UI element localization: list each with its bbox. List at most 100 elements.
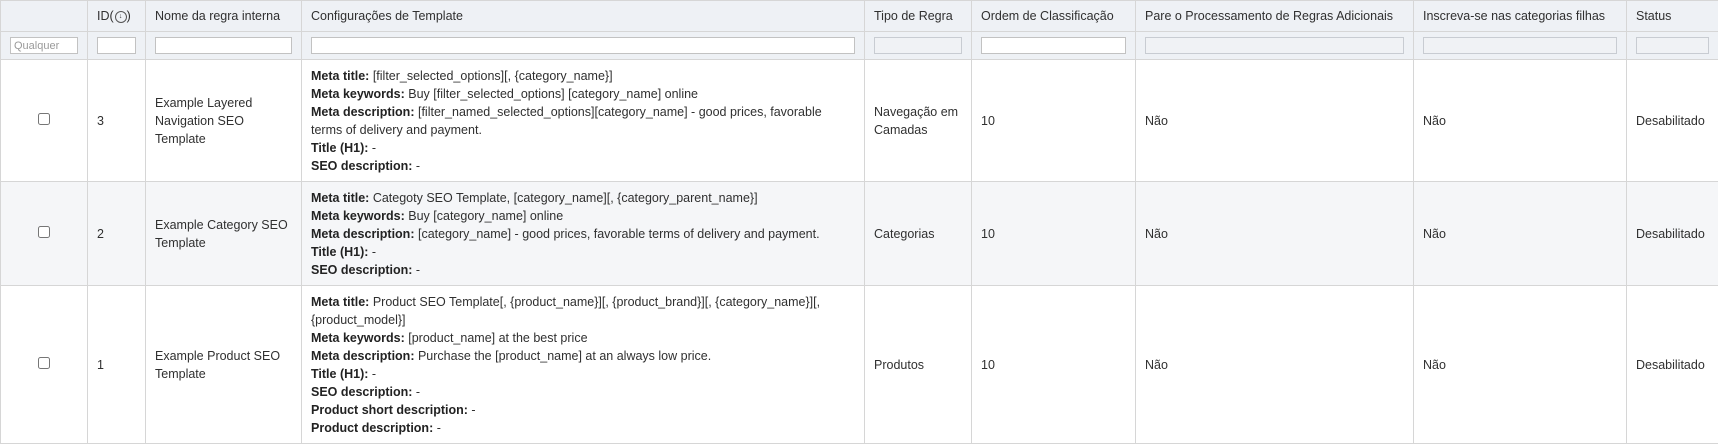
config-label: Meta title:: [311, 190, 370, 205]
row-checkbox[interactable]: [38, 112, 50, 125]
row-subscribe: Não: [1413, 59, 1627, 182]
config-value: -: [412, 384, 421, 399]
row-type: Categorias: [864, 181, 972, 286]
row-subscribe: Não: [1413, 285, 1627, 444]
row-checkbox[interactable]: [38, 356, 50, 369]
column-header-type[interactable]: Tipo de Regra: [864, 0, 972, 32]
config-label: Title (H1):: [311, 140, 369, 155]
header-row: ID(↓) Nome da regra interna Configuraçõe…: [0, 0, 1718, 32]
row-config: Meta title: Product SEO Template[, {prod…: [301, 285, 865, 444]
column-header-subscribe[interactable]: Inscreva-se nas categorias filhas: [1413, 0, 1627, 32]
config-label: SEO description:: [311, 158, 413, 173]
column-header-order[interactable]: Ordem de Classificação: [971, 0, 1136, 32]
config-filter-input[interactable]: [311, 37, 855, 54]
row-id: 1: [87, 285, 146, 444]
config-label: Meta keywords:: [311, 86, 405, 101]
row-status: Desabilitado: [1626, 181, 1718, 286]
row-stop: Não: [1135, 285, 1414, 444]
config-value: -: [433, 420, 441, 435]
config-value: Categoty SEO Template, [category_name][,…: [369, 190, 758, 205]
config-value: -: [368, 140, 377, 155]
config-line: Product description: -: [311, 419, 855, 437]
sort-descending-icon[interactable]: (↓): [110, 9, 131, 23]
row-stop: Não: [1135, 181, 1414, 286]
config-value: Buy [category_name] online: [404, 208, 564, 223]
table-row[interactable]: 3 Example Layered Navigation SEO Templat…: [0, 59, 1718, 182]
config-line: Meta keywords: Buy [filter_selected_opti…: [311, 85, 855, 103]
config-value: -: [412, 158, 421, 173]
row-name: Example Layered Navigation SEO Template: [145, 59, 302, 182]
config-label: Meta description:: [311, 226, 415, 241]
row-subscribe: Não: [1413, 181, 1627, 286]
config-line: Meta description: Purchase the [product_…: [311, 347, 855, 365]
config-label: Title (H1):: [311, 366, 369, 381]
config-label: Title (H1):: [311, 244, 369, 259]
config-label: SEO description:: [311, 262, 413, 277]
config-line: Product short description: -: [311, 401, 855, 419]
config-label: Meta keywords:: [311, 208, 405, 223]
config-label: Product short description:: [311, 402, 468, 417]
config-label: Meta title:: [311, 294, 370, 309]
row-status: Desabilitado: [1626, 59, 1718, 182]
select-filter-input[interactable]: [10, 37, 78, 54]
select-column-header: [0, 0, 88, 32]
column-header-name[interactable]: Nome da regra interna: [145, 0, 302, 32]
row-name: Example Category SEO Template: [145, 181, 302, 286]
config-line: Meta description: [filter_named_selected…: [311, 103, 855, 139]
config-line: Meta keywords: [product_name] at the bes…: [311, 329, 855, 347]
config-value: [filter_selected_options][, {category_na…: [369, 68, 613, 83]
config-value: Product SEO Template[, {product_name}][,…: [311, 294, 821, 327]
row-id: 3: [87, 59, 146, 182]
config-label: Product description:: [311, 420, 434, 435]
subscribe-filter-select[interactable]: [1423, 37, 1617, 54]
config-value: -: [467, 402, 476, 417]
column-header-stop[interactable]: Pare o Processamento de Regras Adicionai…: [1135, 0, 1414, 32]
config-value: -: [368, 244, 377, 259]
id-filter-input[interactable]: [97, 37, 136, 54]
row-checkbox[interactable]: [38, 225, 50, 238]
config-value: [category_name] - good prices, favorable…: [414, 226, 820, 241]
config-value: Purchase the [product_name] at an always…: [414, 348, 712, 363]
row-name: Example Product SEO Template: [145, 285, 302, 444]
row-order: 10: [971, 181, 1136, 286]
row-order: 10: [971, 59, 1136, 182]
config-value: -: [412, 262, 421, 277]
config-line: SEO description: -: [311, 383, 855, 401]
type-filter-select[interactable]: [874, 37, 962, 54]
row-status: Desabilitado: [1626, 285, 1718, 444]
column-header-status[interactable]: Status: [1626, 0, 1718, 32]
order-filter-input[interactable]: [981, 37, 1126, 54]
column-header-id[interactable]: ID(↓): [87, 0, 146, 32]
filter-row: [0, 31, 1718, 60]
config-line: Meta title: [filter_selected_options][, …: [311, 67, 855, 85]
config-label: Meta description:: [311, 348, 415, 363]
seo-rules-grid: ID(↓) Nome da regra interna Configuraçõe…: [0, 0, 1718, 444]
config-label: Meta title:: [311, 68, 370, 83]
config-line: Meta description: [category_name] - good…: [311, 225, 855, 243]
row-type: Produtos: [864, 285, 972, 444]
config-line: Meta title: Product SEO Template[, {prod…: [311, 293, 855, 329]
stop-filter-select[interactable]: [1145, 37, 1404, 54]
config-line: Meta keywords: Buy [category_name] onlin…: [311, 207, 855, 225]
config-label: Meta description:: [311, 104, 415, 119]
config-line: Title (H1): -: [311, 139, 855, 157]
config-value: -: [368, 366, 377, 381]
status-filter-select[interactable]: [1636, 37, 1709, 54]
config-line: Meta title: Categoty SEO Template, [cate…: [311, 189, 855, 207]
name-filter-input[interactable]: [155, 37, 292, 54]
config-label: SEO description:: [311, 384, 413, 399]
column-header-id-label: ID: [97, 9, 110, 23]
table-row[interactable]: 2 Example Category SEO Template Meta tit…: [0, 181, 1718, 286]
row-config: Meta title: [filter_selected_options][, …: [301, 59, 865, 182]
config-line: Title (H1): -: [311, 365, 855, 383]
column-header-config[interactable]: Configurações de Template: [301, 0, 865, 32]
row-order: 10: [971, 285, 1136, 444]
config-value: Buy [filter_selected_options] [category_…: [404, 86, 699, 101]
config-label: Meta keywords:: [311, 330, 405, 345]
row-type: Navegação em Camadas: [864, 59, 972, 182]
table-row[interactable]: 1 Example Product SEO Template Meta titl…: [0, 285, 1718, 444]
config-line: SEO description: -: [311, 261, 855, 279]
config-value: [product_name] at the best price: [404, 330, 588, 345]
row-config: Meta title: Categoty SEO Template, [cate…: [301, 181, 865, 286]
config-line: SEO description: -: [311, 157, 855, 175]
